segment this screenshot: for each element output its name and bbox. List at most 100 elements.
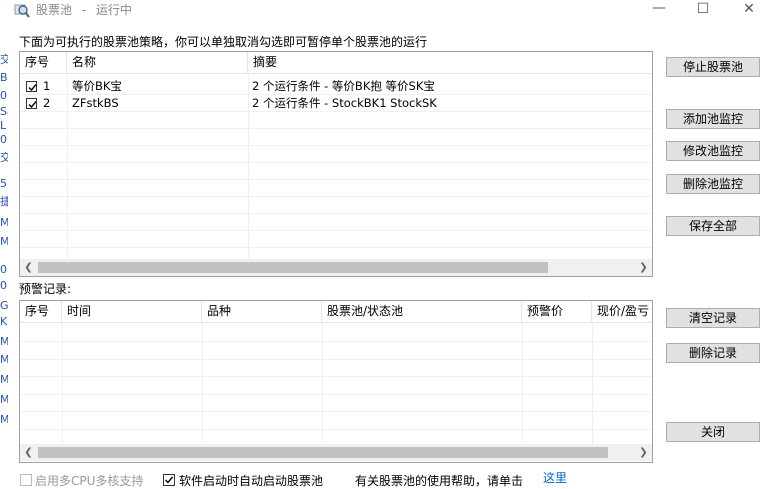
background-window-char: 0	[0, 89, 7, 102]
background-window-char: 5	[0, 177, 7, 190]
checkmark-icon	[28, 84, 37, 92]
background-window-char: 0	[0, 133, 7, 146]
title-bar[interactable]: 股票池 - 运行中 — ☐ ✕	[0, 0, 768, 22]
window-title: 股票池 - 运行中	[36, 1, 132, 18]
strategy-horizontal-scrollbar[interactable]: ❮ ❯	[20, 259, 652, 276]
strategy-row-name: ZFstkBS	[72, 96, 119, 110]
background-window-char: M	[0, 393, 8, 406]
strategy-col-name[interactable]: 名称	[67, 52, 248, 74]
strategy-row-summary: 2 个运行条件 - 等价BK抱 等价SK宝	[252, 79, 435, 93]
background-window-char: M	[0, 373, 8, 386]
background-window-char: M	[0, 235, 8, 248]
strategy-row-name: 等价BK宝	[72, 79, 122, 93]
grid-row-line	[20, 196, 652, 197]
alerts-label: 预警记录:	[19, 282, 72, 296]
grid-row-line	[20, 162, 652, 163]
background-window-char: G	[0, 299, 8, 312]
strategy-row-index: 2	[43, 96, 51, 110]
background-window-char: M	[0, 413, 8, 426]
delete-record-button[interactable]: 删除记录	[666, 343, 760, 363]
scroll-left-icon[interactable]: ❮	[20, 259, 37, 276]
save-all-button[interactable]: 保存全部	[666, 216, 760, 236]
grid-col-line	[322, 323, 323, 444]
background-window-char: 0	[0, 263, 7, 276]
background-window-char: Sa	[0, 105, 8, 118]
help-text: 有关股票池的使用帮助，请单击	[355, 474, 524, 488]
minimize-icon: —	[652, 0, 666, 16]
background-window-char: Bl	[0, 71, 8, 84]
window-title-name: 股票池	[36, 3, 73, 17]
strategy-row[interactable]: 2 ZFstkBS 2 个运行条件 - StockBK1 StockSK	[20, 95, 652, 112]
help-link[interactable]: 这里	[543, 469, 567, 486]
grid-row-line	[20, 393, 652, 395]
background-window-char: 交	[0, 53, 8, 66]
close-icon: ✕	[743, 1, 755, 17]
background-window-strip: 交Bl0SaL0交5捷MM008GKMMMMM	[0, 38, 8, 486]
grid-col-line	[202, 323, 203, 444]
grid-row-line	[20, 411, 652, 412]
grid-row-line	[20, 145, 652, 146]
grid-col-line	[522, 323, 523, 444]
grid-row-line	[20, 247, 652, 248]
edit-pool-monitor-button[interactable]: 修改池监控	[666, 141, 760, 161]
alerts-col-pool[interactable]: 股票池/状态池	[322, 301, 522, 323]
stop-pool-button[interactable]: 停止股票池	[666, 57, 760, 77]
strategy-row-index: 1	[43, 79, 51, 93]
multi-cpu-checkbox[interactable]	[20, 474, 32, 486]
background-window-char: 08	[0, 279, 8, 292]
delete-pool-monitor-button[interactable]: 删除池监控	[666, 174, 760, 194]
strategy-row-checkbox[interactable]	[26, 98, 37, 109]
scroll-thumb[interactable]	[38, 447, 608, 458]
strategy-col-index[interactable]: 序号	[20, 52, 67, 74]
background-window-char: M	[0, 335, 8, 348]
alerts-col-index[interactable]: 序号	[20, 301, 62, 323]
grid-row-line	[20, 376, 652, 377]
strategy-list[interactable]: 序号 名称 摘要 1 等价BK宝 2 个运行条件 - 等价BK抱 等价SK宝 2…	[19, 51, 653, 277]
grid-col-line	[592, 323, 593, 444]
grid-row-line	[20, 428, 652, 430]
scroll-right-icon[interactable]: ❯	[635, 444, 652, 461]
background-window-char: M	[0, 216, 8, 229]
maximize-button[interactable]: ☐	[680, 0, 726, 22]
clear-records-button[interactable]: 清空记录	[666, 308, 760, 328]
grid-row-line	[20, 213, 652, 214]
background-window-char: 捷	[0, 195, 8, 208]
multi-cpu-label: 启用多CPU多核支持	[35, 474, 144, 488]
checkmark-icon	[28, 101, 37, 109]
alerts-list[interactable]: 序号 时间 品种 股票池/状态池 预警价 现价/盈亏 ❮ ❯	[19, 300, 653, 463]
minimize-button[interactable]: —	[636, 0, 682, 22]
grid-row-line	[20, 179, 652, 180]
maximize-icon: ☐	[696, 1, 710, 17]
alerts-col-time[interactable]: 时间	[62, 301, 202, 323]
alerts-col-alert-price[interactable]: 预警价	[522, 301, 592, 323]
scroll-left-icon[interactable]: ❮	[20, 444, 37, 461]
autostart-label: 软件启动时自动启动股票池	[179, 474, 324, 488]
autostart-checkbox[interactable]	[163, 474, 175, 486]
strategy-row-summary: 2 个运行条件 - StockBK1 StockSK	[252, 96, 437, 110]
grid-row-line	[20, 358, 652, 360]
grid-row-line	[20, 230, 652, 231]
background-window-char: K	[0, 315, 8, 328]
strategy-instruction: 下面为可执行的股票池策略，你可以单独取消勾选即可暂停单个股票池的运行	[19, 35, 428, 49]
window-title-separator: -	[81, 3, 87, 17]
window-title-status: 运行中	[96, 3, 133, 17]
grid-col-line	[62, 323, 63, 444]
alerts-col-price-pnl[interactable]: 现价/盈亏	[592, 301, 652, 323]
alerts-col-symbol[interactable]: 品种	[202, 301, 322, 323]
magnifier-app-icon	[14, 4, 30, 18]
alerts-horizontal-scrollbar[interactable]: ❮ ❯	[20, 444, 652, 461]
background-window-char: 交	[0, 151, 8, 164]
strategy-col-summary[interactable]: 摘要	[248, 52, 652, 74]
background-window-char: M	[0, 353, 8, 366]
close-button[interactable]: 关闭	[666, 422, 760, 442]
scroll-right-icon[interactable]: ❯	[635, 259, 652, 276]
background-window-char: L	[0, 119, 7, 132]
scroll-thumb[interactable]	[38, 262, 548, 273]
add-pool-monitor-button[interactable]: 添加池监控	[666, 109, 760, 129]
close-window-button[interactable]: ✕	[726, 0, 768, 22]
grid-row-line	[20, 341, 652, 342]
strategy-row-checkbox[interactable]	[26, 81, 37, 92]
strategy-row[interactable]: 1 等价BK宝 2 个运行条件 - 等价BK抱 等价SK宝	[20, 78, 652, 95]
checkmark-icon	[165, 476, 174, 484]
grid-row-line	[20, 128, 652, 129]
